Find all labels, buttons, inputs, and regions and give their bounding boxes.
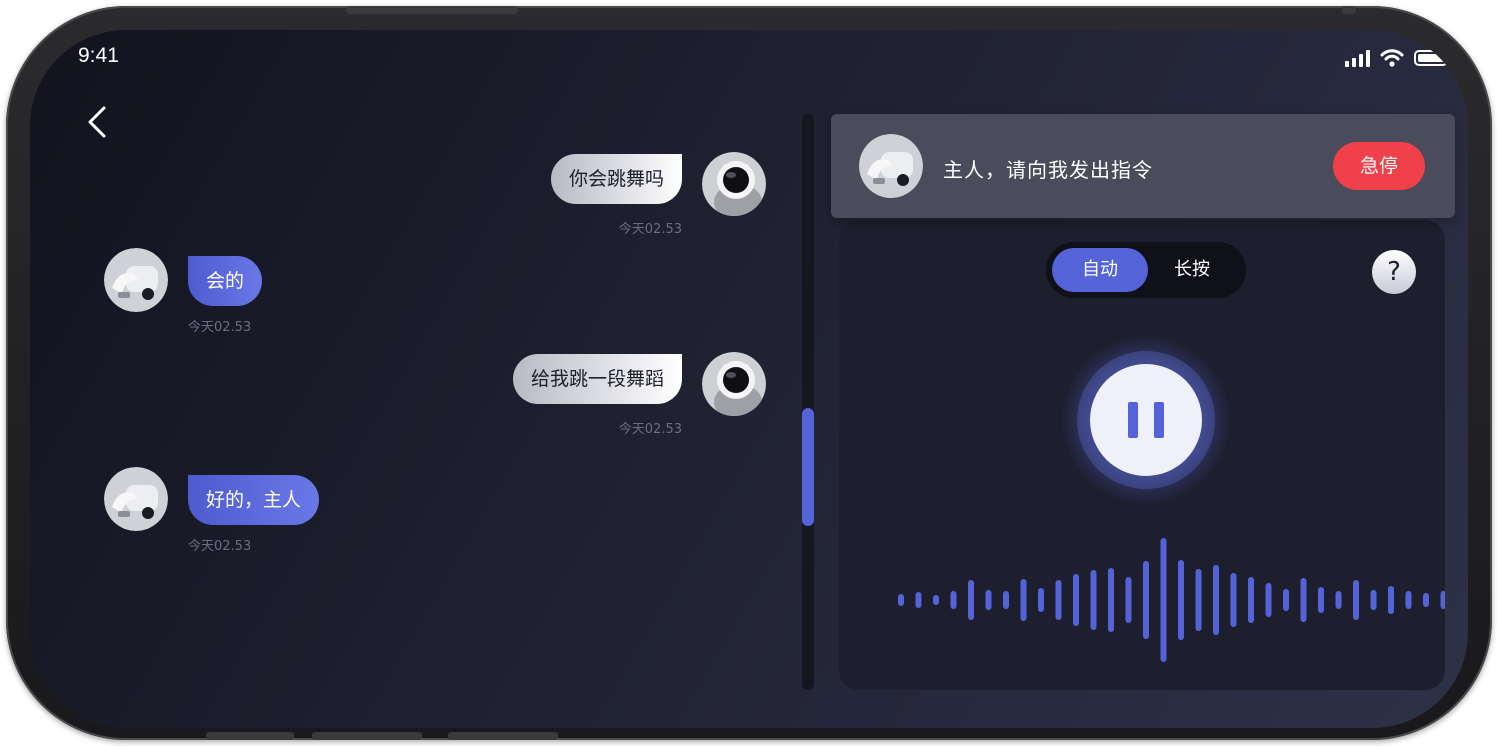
user-avatar[interactable]: [702, 152, 766, 216]
waveform-bar: [1090, 570, 1097, 630]
status-icons: [1345, 46, 1451, 70]
message-timestamp: 今天02.53: [618, 222, 682, 237]
waveform-bar: [1335, 591, 1342, 609]
app-screen: 9:41 你会跳舞吗 今天02.53 会的 今天02.53 给我跳一段舞蹈 今天…: [30, 30, 1468, 728]
chat-bubble-bot: 会的: [188, 256, 263, 306]
waveform-bar: [1248, 577, 1254, 623]
waveform-bar: [1160, 538, 1167, 662]
waveform-bar: [1073, 574, 1079, 626]
wifi-icon: [1380, 49, 1404, 67]
chat-scrollbar[interactable]: [802, 114, 814, 690]
waveform-bar: [898, 594, 904, 606]
chat-message-bot: 好的，主人 今天02.53: [104, 467, 364, 554]
chat-list: 你会跳舞吗 今天02.53 会的 今天02.53 给我跳一段舞蹈 今天02.53…: [30, 30, 790, 728]
waveform-bar: [1265, 583, 1272, 617]
waveform-bar: [1143, 561, 1149, 639]
waveform-bar: [1195, 569, 1202, 631]
message-timestamp: 今天02.53: [188, 320, 252, 335]
waveform-bar: [1353, 580, 1359, 620]
command-header: 主人，请向我发出指令 急停: [831, 114, 1455, 218]
message-timestamp: 今天02.53: [188, 539, 252, 554]
chat-message-user: 你会跳舞吗 今天02.53: [530, 152, 766, 240]
chat-bubble-user: 你会跳舞吗: [550, 154, 682, 204]
voice-control-panel: 自动 长按 ?: [839, 220, 1445, 690]
chat-message-bot: 会的 今天02.53: [104, 248, 324, 335]
chat-bubble-user: 给我跳一段舞蹈: [512, 354, 682, 404]
waveform-bar: [933, 595, 939, 605]
chat-message-user: 给我跳一段舞蹈 今天02.53: [490, 352, 766, 440]
waveform-bar: [1283, 589, 1289, 611]
waveform-bar: [1300, 578, 1307, 622]
robot-avatar: [104, 248, 168, 312]
help-button[interactable]: ?: [1372, 250, 1416, 294]
chat-bubble-bot: 好的，主人: [188, 475, 320, 525]
mode-option-auto[interactable]: 自动: [1052, 248, 1148, 292]
robot-avatar: [859, 134, 923, 198]
robot-avatar: [104, 467, 168, 531]
command-prompt: 主人，请向我发出指令: [943, 158, 1153, 182]
battery-icon: [1414, 50, 1451, 66]
waveform-bar: [1213, 565, 1219, 635]
power-button: [346, 6, 518, 14]
side-switch: [1342, 6, 1356, 14]
mode-option-hold[interactable]: 长按: [1144, 248, 1240, 292]
waveform-bar: [1423, 593, 1429, 607]
audio-waveform-icon: [898, 538, 1445, 662]
waveform-bar: [1178, 560, 1184, 640]
scrollbar-thumb[interactable]: [802, 408, 814, 526]
user-avatar[interactable]: [702, 352, 766, 416]
waveform-bar: [1125, 577, 1132, 623]
waveform-bar: [1370, 590, 1377, 610]
message-timestamp: 今天02.53: [618, 422, 682, 437]
waveform-bar: [1020, 579, 1027, 621]
waveform-bar: [1230, 573, 1237, 627]
waveform-bar: [1108, 568, 1114, 632]
waveform-bar: [1388, 586, 1394, 614]
volume-button: [206, 732, 294, 740]
waveform-bar: [1038, 588, 1044, 612]
waveform-bar: [915, 592, 922, 608]
waveform-bar: [1318, 587, 1324, 613]
phone-frame: 9:41 你会跳舞吗 今天02.53 会的 今天02.53 给我跳一段舞蹈 今天…: [6, 6, 1492, 740]
waveform-bar: [1440, 591, 1445, 609]
volume-button: [448, 732, 558, 740]
volume-button: [312, 732, 422, 740]
waveform-bar: [950, 591, 957, 609]
waveform-bar: [985, 590, 992, 610]
mode-toggle[interactable]: 自动 长按: [1046, 242, 1246, 298]
waveform-bar: [1405, 591, 1412, 609]
pause-button[interactable]: [1090, 364, 1202, 476]
cellular-signal-icon: [1345, 49, 1370, 67]
waveform-bar: [968, 580, 974, 620]
emergency-stop-button[interactable]: 急停: [1333, 142, 1425, 190]
waveform-bar: [1003, 591, 1009, 609]
waveform-bar: [1055, 580, 1062, 620]
